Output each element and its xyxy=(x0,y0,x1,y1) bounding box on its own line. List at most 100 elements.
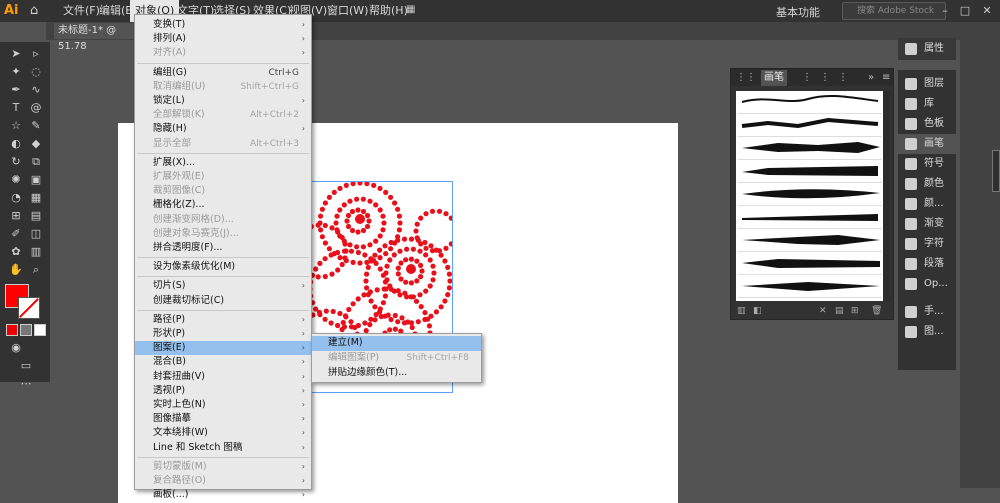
stock-search-input[interactable]: 搜索 Adobe Stock xyxy=(842,2,946,20)
spiral-tool-icon[interactable]: @ xyxy=(28,100,44,116)
curvature-tool-icon[interactable]: ∿ xyxy=(28,82,44,98)
shaper-tool-icon[interactable]: ◐ xyxy=(8,136,24,152)
warp-tool-icon[interactable]: ✺ xyxy=(8,172,24,188)
eyedropper-tool-icon[interactable]: ✐ xyxy=(8,226,24,242)
object-menu-item[interactable]: 变换(T) › xyxy=(135,18,311,32)
dock-item[interactable]: 颜... xyxy=(898,194,956,214)
object-menu-item[interactable]: 排列(A) › xyxy=(135,32,311,46)
dock-item[interactable]: 画笔 xyxy=(898,134,956,154)
pattern-submenu-item[interactable]: 拼贴边缘颜色(T)... xyxy=(312,366,481,381)
panel-menu-icon[interactable]: ≡ xyxy=(879,70,893,86)
object-menu-item[interactable]: 锁定(L) › xyxy=(135,94,311,108)
brush-swatch[interactable] xyxy=(738,183,882,206)
dock-item[interactable]: Op... xyxy=(898,274,956,294)
none-mode-icon[interactable] xyxy=(34,324,46,336)
close-icon[interactable]: ✕ xyxy=(977,3,997,19)
panel-collapse-icon[interactable]: » xyxy=(865,70,877,86)
arrange-documents-icon[interactable]: ▦ xyxy=(406,4,420,16)
stroke-color-swatch[interactable] xyxy=(18,297,40,319)
object-menu-item[interactable]: 画板(...) › xyxy=(135,488,311,502)
dock-item[interactable]: 图... xyxy=(898,322,956,342)
object-menu-item[interactable]: 隐藏(H) › xyxy=(135,122,311,136)
color-mode-icon[interactable] xyxy=(6,324,18,336)
home-icon[interactable]: ⌂ xyxy=(30,3,46,19)
object-menu-item[interactable]: 混合(B) › xyxy=(135,355,311,369)
brush-swatch[interactable] xyxy=(738,206,882,229)
brush-list-scrollbar[interactable] xyxy=(883,91,890,301)
brush-swatch[interactable] xyxy=(738,252,882,275)
brush-swatch[interactable] xyxy=(738,137,882,160)
workspace-switcher[interactable]: 基本功能 xyxy=(776,4,820,20)
scale-tool-icon[interactable]: ⧉ xyxy=(28,154,44,170)
dock-item[interactable]: 手... xyxy=(898,302,956,322)
options-icon[interactable]: ▤ xyxy=(835,306,844,316)
object-menu-item[interactable]: 透视(P) › xyxy=(135,384,311,398)
blob-brush-tool-icon[interactable]: ✎ xyxy=(28,118,44,134)
object-menu-item[interactable]: 切片(S) › xyxy=(135,279,311,293)
object-menu-item[interactable]: 实时上色(N) › xyxy=(135,398,311,412)
gradient-tool-icon[interactable]: ▤ xyxy=(28,208,44,224)
dock-item[interactable]: 段落 xyxy=(898,254,956,274)
object-menu-item[interactable]: 扩展(X)... xyxy=(135,156,311,170)
object-menu-item[interactable]: 拼合透明度(F)... xyxy=(135,241,311,255)
object-menu-item[interactable]: 图像描摹 › xyxy=(135,412,311,426)
mesh-tool-icon[interactable]: ⊞ xyxy=(8,208,24,224)
panel-grip-icon[interactable]: ⋮⋮ xyxy=(733,70,759,86)
free-transform-tool-icon[interactable]: ▣ xyxy=(28,172,44,188)
brush-library-icon[interactable]: ▥ xyxy=(737,306,746,316)
draw-mode-icon[interactable]: ◉ xyxy=(8,340,24,356)
dock-item[interactable]: 图层 xyxy=(898,74,956,94)
maximize-icon[interactable]: □ xyxy=(955,3,975,19)
tab-brushes[interactable]: 画笔 xyxy=(761,70,787,86)
rotate-tool-icon[interactable]: ↻ xyxy=(8,154,24,170)
object-menu-item[interactable]: 设为像素级优化(M) xyxy=(135,260,311,274)
dock-item[interactable]: 颜色 xyxy=(898,174,956,194)
hand-tool-icon[interactable]: ✋ xyxy=(8,262,24,278)
screen-mode-icon[interactable]: ▭ xyxy=(18,358,34,374)
dock-item[interactable]: 色板 xyxy=(898,114,956,134)
more-tools-icon[interactable]: ⋯ xyxy=(18,376,34,392)
type-tool-icon[interactable]: T xyxy=(8,100,24,116)
brush-swatch[interactable] xyxy=(738,275,882,298)
selection-tool-icon[interactable]: ➤ xyxy=(8,46,24,62)
document-tab[interactable]: 未标题-1* @ 51.78 xyxy=(54,23,138,52)
tab-collapsed-1[interactable]: ⋮ xyxy=(799,70,815,86)
object-menu-item[interactable]: 形状(P) › xyxy=(135,327,311,341)
object-menu-item[interactable]: 编组(G) Ctrl+G xyxy=(135,66,311,80)
blend-tool-icon[interactable]: ◫ xyxy=(28,226,44,242)
direct-selection-tool-icon[interactable]: ▹ xyxy=(28,46,44,62)
dock-item[interactable]: 库 xyxy=(898,94,956,114)
brush-swatch[interactable] xyxy=(738,160,882,183)
star-tool-icon[interactable]: ☆ xyxy=(8,118,24,134)
brush-swatch[interactable] xyxy=(738,114,882,137)
brush-swatch[interactable] xyxy=(738,91,882,114)
delete-brush-icon[interactable]: 🗑 xyxy=(871,306,882,316)
perspective-grid-tool-icon[interactable]: ▦ xyxy=(28,190,44,206)
eraser-tool-icon[interactable]: ◆ xyxy=(28,136,44,152)
dock-item[interactable]: 符号 xyxy=(898,154,956,174)
object-menu-item[interactable]: 文本绕排(W) › xyxy=(135,426,311,440)
zoom-tool-icon[interactable]: ⌕ xyxy=(28,262,44,278)
lasso-tool-icon[interactable]: ◌ xyxy=(28,64,44,80)
pattern-submenu-item[interactable]: 建立(M) xyxy=(312,336,481,351)
object-menu-item[interactable]: 路径(P) › xyxy=(135,313,311,327)
tab-collapsed-2[interactable]: ⋮ xyxy=(817,70,833,86)
dock-item[interactable]: 渐变 xyxy=(898,214,956,234)
dock-item[interactable]: 字符 xyxy=(898,234,956,254)
libraries-panel-icon[interactable]: ◧ xyxy=(753,306,762,316)
object-menu-item[interactable]: 图案(E) › xyxy=(135,341,311,356)
object-menu-item[interactable]: 创建裁切标记(C) xyxy=(135,294,311,308)
dock-item-properties[interactable]: 属性 xyxy=(898,39,956,59)
object-menu-item[interactable]: 封套扭曲(V) › xyxy=(135,370,311,384)
minimize-icon[interactable]: – xyxy=(935,3,955,19)
shape-builder-tool-icon[interactable]: ◔ xyxy=(8,190,24,206)
dock-scrollbar[interactable] xyxy=(992,150,1000,192)
gradient-mode-icon[interactable] xyxy=(20,324,32,336)
tab-collapsed-3[interactable]: ⋮ xyxy=(835,70,851,86)
graph-tool-icon[interactable]: ▥ xyxy=(28,244,44,260)
object-menu-item[interactable]: 栅格化(Z)... xyxy=(135,198,311,212)
symbol-sprayer-tool-icon[interactable]: ✿ xyxy=(8,244,24,260)
magic-wand-tool-icon[interactable]: ✦ xyxy=(8,64,24,80)
new-brush-icon[interactable]: ⊞ xyxy=(851,306,859,316)
object-menu-item[interactable]: Line 和 Sketch 图稿 › xyxy=(135,441,311,455)
